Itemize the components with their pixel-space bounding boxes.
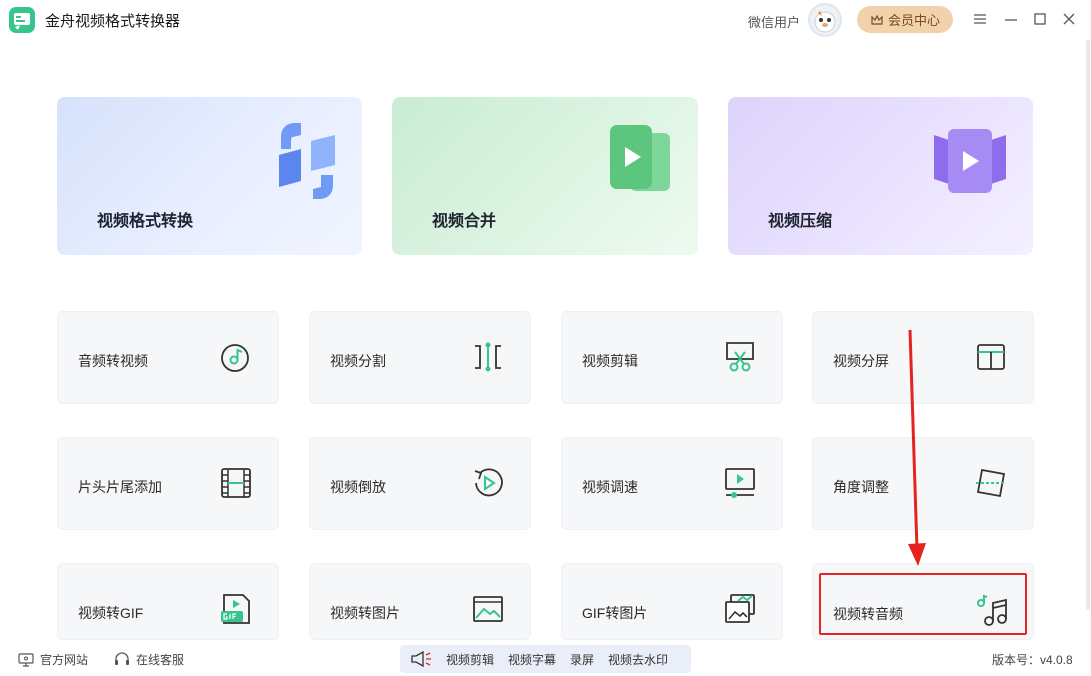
- tool-video-speed[interactable]: 视频调速: [561, 437, 783, 530]
- monitor-icon: [18, 652, 34, 667]
- speed-icon: [725, 468, 755, 498]
- tool-intro-outro[interactable]: 片头片尾添加: [57, 437, 279, 530]
- quick-tools-bar: 视频剪辑 视频字幕 录屏 视频去水印: [400, 645, 691, 673]
- split-icon: [475, 342, 501, 372]
- tool-label: 视频分屏: [833, 353, 889, 369]
- rotate-icon: [976, 468, 1006, 498]
- minimize-button[interactable]: [1002, 10, 1020, 28]
- maximize-icon: [1034, 13, 1046, 25]
- tool-video-reverse[interactable]: 视频倒放: [309, 437, 531, 530]
- tool-video-edit[interactable]: 视频剪辑: [561, 311, 783, 404]
- image-icon: [473, 596, 503, 622]
- app-title: 金舟视频格式转换器: [45, 13, 181, 30]
- tool-video-to-gif[interactable]: 视频转GIF: [57, 563, 279, 640]
- feature-card-compress[interactable]: 视频压缩: [728, 97, 1033, 255]
- tool-label: GIF转图片: [582, 605, 648, 621]
- feature-card-label: 视频压缩: [768, 213, 833, 230]
- close-button[interactable]: [1060, 10, 1078, 28]
- annotation-arrow-icon: [908, 330, 926, 566]
- maximize-button[interactable]: [1031, 10, 1049, 28]
- menu-button[interactable]: [971, 10, 989, 28]
- headset-icon: [115, 652, 129, 665]
- tool-label: 视频倒放: [330, 479, 386, 495]
- quick-tool-video-edit[interactable]: 视频剪辑: [446, 651, 494, 668]
- feature-card-label: 视频合并: [432, 213, 497, 230]
- music-note-icon: [977, 594, 1007, 626]
- scissors-icon: [726, 342, 754, 372]
- official-website-label: 官方网站: [40, 653, 89, 667]
- audio-to-video-icon: [221, 344, 249, 372]
- tool-label: 视频转图片: [330, 605, 400, 621]
- title-bar: 金舟视频格式转换器 微信用户 会员中心: [0, 0, 1091, 40]
- tool-label: 视频转音频: [833, 606, 903, 622]
- quick-tool-remove-watermark[interactable]: 视频去水印: [608, 651, 668, 668]
- tool-label: 角度调整: [833, 479, 889, 495]
- quick-tool-screen-record[interactable]: 录屏: [570, 651, 594, 668]
- avatar-icon: [814, 11, 836, 33]
- format-convert-icon: [279, 123, 335, 199]
- tool-video-to-image[interactable]: 视频转图片: [309, 563, 531, 640]
- merge-video-icon: [610, 125, 670, 191]
- online-support-label: 在线客服: [136, 653, 185, 667]
- tool-label: 视频调速: [582, 479, 638, 495]
- menu-icon: [974, 14, 986, 24]
- tool-label: 视频转GIF: [78, 605, 144, 621]
- tool-video-to-audio[interactable]: 视频转音频: [812, 563, 1034, 640]
- compress-video-icon: [934, 129, 1006, 193]
- tool-label: 视频剪辑: [582, 353, 638, 369]
- vip-center-button[interactable]: 会员中心: [857, 6, 953, 33]
- user-name[interactable]: 微信用户: [748, 12, 800, 31]
- tool-video-split[interactable]: 视频分割: [309, 311, 531, 404]
- tool-label: 片头片尾添加: [78, 479, 162, 495]
- scrollbar[interactable]: [1086, 40, 1090, 610]
- minimize-icon: [1005, 19, 1017, 21]
- version-label: 版本号：v4.0.8: [992, 653, 1073, 667]
- app-logo-icon: [9, 7, 35, 33]
- split-screen-icon: [977, 344, 1005, 370]
- quick-tool-subtitles[interactable]: 视频字幕: [508, 651, 556, 668]
- rewind-icon: [474, 468, 503, 497]
- vip-center-label: 会员中心: [887, 13, 940, 28]
- feature-card-merge[interactable]: 视频合并: [392, 97, 698, 255]
- crown-icon: [871, 14, 883, 25]
- feature-card-format-convert[interactable]: 视频格式转换: [57, 97, 362, 255]
- tool-gif-to-image[interactable]: GIF转图片: [561, 563, 783, 640]
- official-website-link[interactable]: 官方网站: [18, 651, 88, 668]
- feature-card-label: 视频格式转换: [97, 213, 194, 230]
- film-strip-icon: [221, 468, 251, 498]
- avatar[interactable]: [808, 3, 842, 37]
- tool-label: 音频转视频: [78, 353, 148, 369]
- megaphone-icon: [411, 651, 431, 667]
- gif-icon: [221, 594, 250, 624]
- tool-label: 视频分割: [330, 353, 386, 369]
- close-icon: [1063, 13, 1075, 25]
- tool-audio-to-video[interactable]: 音频转视频: [57, 311, 279, 404]
- gif-to-image-icon: [725, 594, 755, 623]
- online-support-link[interactable]: 在线客服: [114, 651, 184, 668]
